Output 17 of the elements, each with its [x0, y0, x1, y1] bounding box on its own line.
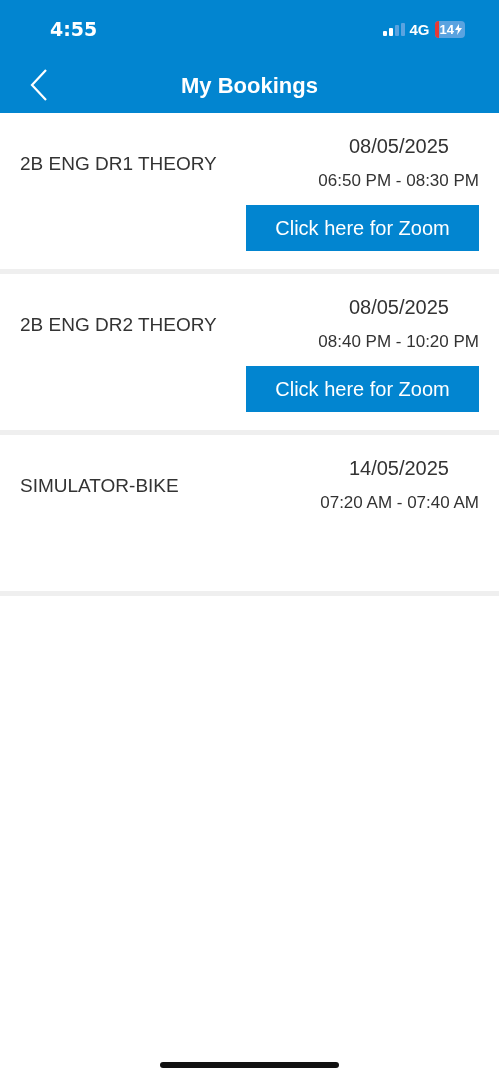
booking-name: 2B ENG DR2 THEORY: [20, 314, 217, 336]
signal-icon: [382, 22, 405, 36]
network-label: 4G: [409, 20, 430, 38]
zoom-button[interactable]: Click here for Zoom: [246, 205, 479, 251]
booking-time: 08:40 PM - 10:20 PM: [318, 332, 479, 352]
booking-name: 2B ENG DR1 THEORY: [20, 153, 217, 175]
page-title: My Bookings: [181, 72, 318, 99]
battery-indicator: 14: [434, 20, 465, 38]
booking-name: SIMULATOR-BIKE: [20, 475, 179, 497]
booking-date: 14/05/2025: [348, 457, 449, 480]
booking-time: 06:50 PM - 08:30 PM: [318, 171, 479, 191]
booking-time: 07:20 AM - 07:40 AM: [320, 493, 479, 513]
booking-date: 08/05/2025: [348, 296, 449, 319]
back-icon[interactable]: [30, 69, 48, 101]
zoom-button[interactable]: Click here for Zoom: [246, 366, 479, 412]
booking-date: 08/05/2025: [348, 135, 449, 158]
status-time: 4:55: [50, 18, 98, 40]
